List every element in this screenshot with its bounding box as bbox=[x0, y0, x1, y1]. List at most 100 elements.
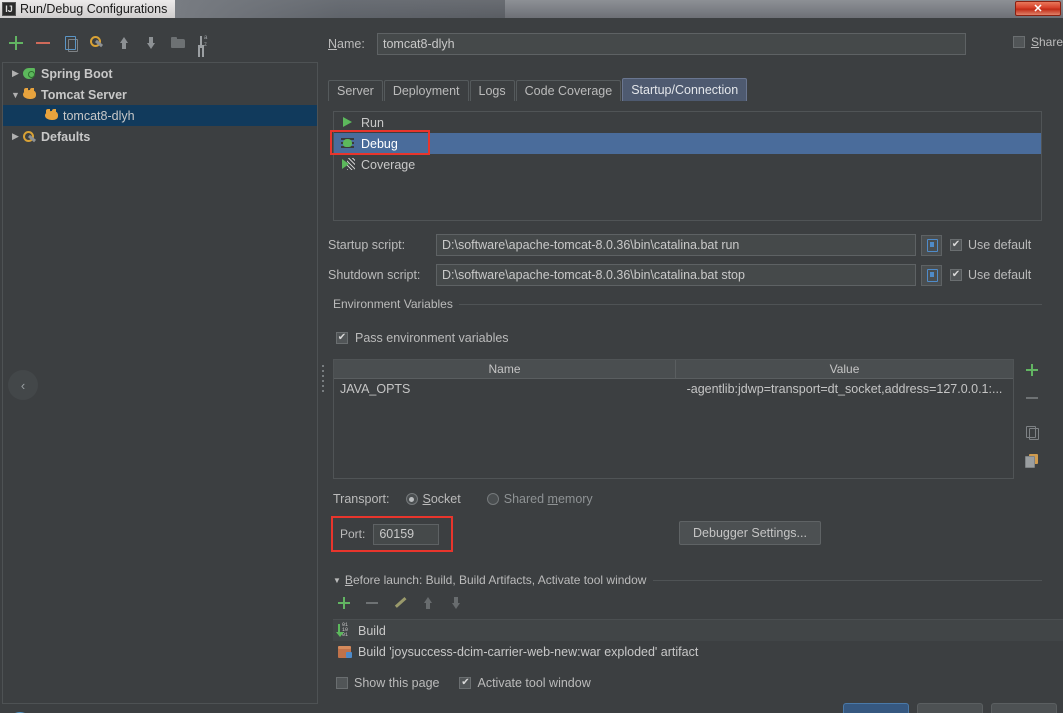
task-label: Build bbox=[358, 623, 386, 638]
use-default-label: Use default bbox=[968, 238, 1032, 252]
pencil-icon[interactable] bbox=[392, 595, 408, 611]
shutdown-script-input[interactable] bbox=[436, 264, 916, 286]
mode-row-coverage[interactable]: Coverage bbox=[334, 154, 1041, 175]
arrow-up-icon[interactable] bbox=[116, 35, 132, 51]
browse-file-icon[interactable] bbox=[921, 234, 942, 256]
configurations-left-panel: ▶ Spring Boot ▼ Tomcat Server tomcat8-dl… bbox=[0, 18, 320, 713]
cancel-button[interactable] bbox=[917, 703, 983, 713]
task-row-build[interactable]: 01 10 01 Build bbox=[333, 620, 1063, 641]
checkbox-box[interactable] bbox=[459, 677, 472, 689]
chevron-down-icon[interactable]: ▼ bbox=[9, 90, 22, 100]
minus-icon[interactable] bbox=[1024, 390, 1040, 406]
tab-code-coverage[interactable]: Code Coverage bbox=[515, 80, 622, 101]
env-var-name: JAVA_OPTS bbox=[340, 382, 411, 396]
environment-variables-side-toolbar bbox=[1018, 359, 1046, 479]
wrench-icon[interactable] bbox=[89, 35, 105, 51]
minus-icon[interactable] bbox=[364, 595, 380, 611]
task-row-build-artifact[interactable]: Build 'joysuccess-dcim-carrier-web-new:w… bbox=[333, 641, 1063, 662]
browse-file-icon[interactable] bbox=[921, 264, 942, 286]
checkbox-box[interactable] bbox=[336, 677, 348, 689]
mode-row-run[interactable]: Run bbox=[334, 112, 1041, 133]
tree-item-spring-boot[interactable]: ▶ Spring Boot bbox=[3, 63, 317, 84]
tomcat-icon bbox=[44, 108, 60, 123]
tab-deployment[interactable]: Deployment bbox=[383, 80, 469, 101]
column-header-value[interactable]: Value bbox=[676, 360, 1013, 378]
minus-icon[interactable] bbox=[35, 35, 51, 51]
checkbox-box[interactable] bbox=[336, 332, 348, 344]
show-this-page-checkbox[interactable]: Show this page bbox=[336, 676, 439, 690]
environment-variables-title: Environment Variables bbox=[333, 297, 459, 311]
tree-item-label: Spring Boot bbox=[41, 66, 113, 81]
chevron-right-icon[interactable]: ▶ bbox=[9, 131, 22, 142]
tab-startup-connection[interactable]: Startup/Connection bbox=[622, 78, 748, 101]
arrow-down-icon[interactable] bbox=[143, 35, 159, 51]
collapse-panel-button[interactable]: ‹ bbox=[8, 370, 38, 400]
paste-icon[interactable] bbox=[1024, 452, 1040, 468]
startup-script-label: Startup script: bbox=[328, 238, 406, 252]
before-launch-header[interactable]: ▼ Before launch: Build, Build Artifacts,… bbox=[333, 573, 1042, 587]
name-input[interactable] bbox=[377, 33, 966, 55]
transport-socket-radio[interactable]: Socket bbox=[405, 492, 461, 506]
debugger-settings-button[interactable]: Debugger Settings... bbox=[679, 521, 821, 545]
tab-server[interactable]: Server bbox=[328, 80, 383, 101]
spring-boot-icon bbox=[22, 66, 38, 81]
port-label: Port: bbox=[340, 527, 366, 541]
plus-icon[interactable] bbox=[336, 595, 352, 611]
env-var-value: -agentlib:jdwp=transport=dt_socket,addre… bbox=[686, 382, 1003, 396]
folder-icon[interactable] bbox=[170, 35, 186, 51]
panel-splitter[interactable] bbox=[320, 18, 328, 713]
transport-shared-memory-radio[interactable]: Shared memory bbox=[486, 492, 593, 506]
pass-env-label: Pass environment variables bbox=[355, 331, 509, 345]
transport-row: Transport: Socket Shared memory bbox=[333, 489, 593, 509]
radio-button[interactable] bbox=[405, 493, 418, 505]
sort-alphabetically-icon[interactable] bbox=[197, 35, 213, 51]
startup-use-default-checkbox[interactable]: Use default bbox=[950, 238, 1031, 252]
apply-button[interactable] bbox=[991, 703, 1057, 713]
copy-icon[interactable] bbox=[1024, 424, 1040, 440]
shutdown-script-row: Shutdown script: Use default bbox=[328, 264, 1031, 286]
chevron-right-icon[interactable]: ▶ bbox=[9, 68, 22, 79]
intellij-idea-icon: IJ bbox=[2, 2, 16, 16]
radio-button[interactable] bbox=[486, 493, 499, 505]
defaults-icon bbox=[22, 129, 38, 144]
use-default-label: Use default bbox=[968, 268, 1032, 282]
titlebar-backdrop bbox=[175, 0, 1063, 18]
plus-icon[interactable] bbox=[1024, 362, 1040, 378]
tree-item-tomcat8-dlyh[interactable]: tomcat8-dlyh bbox=[3, 105, 317, 126]
name-label: Name: bbox=[328, 37, 365, 51]
plus-icon[interactable] bbox=[8, 35, 24, 51]
transport-shared-memory-label: Shared memory bbox=[503, 492, 593, 506]
checkbox-box[interactable] bbox=[950, 239, 962, 251]
coverage-icon bbox=[340, 157, 356, 172]
ok-button[interactable] bbox=[843, 703, 909, 713]
mode-label: Run bbox=[361, 115, 384, 130]
shutdown-use-default-checkbox[interactable]: Use default bbox=[950, 268, 1031, 282]
tab-logs[interactable]: Logs bbox=[469, 80, 515, 101]
arrow-down-icon[interactable] bbox=[448, 595, 464, 611]
mode-row-debug[interactable]: Debug bbox=[330, 130, 1041, 155]
tree-item-defaults[interactable]: ▶ Defaults bbox=[3, 126, 317, 147]
window-title: Run/Debug Configurations bbox=[20, 2, 168, 16]
tree-item-tomcat-server[interactable]: ▼ Tomcat Server bbox=[3, 84, 317, 105]
configuration-editor-panel: Name: Share Server Deployment Logs Code … bbox=[328, 18, 1063, 713]
table-row[interactable]: JAVA_OPTS -agentlib:jdwp=transport=dt_so… bbox=[334, 379, 1013, 399]
startup-script-input[interactable] bbox=[436, 234, 916, 256]
share-checkbox[interactable]: Share bbox=[1012, 35, 1063, 49]
checkbox-box[interactable] bbox=[950, 269, 962, 281]
column-header-name[interactable]: Name bbox=[334, 360, 676, 378]
configurations-tree[interactable]: ▶ Spring Boot ▼ Tomcat Server tomcat8-dl… bbox=[2, 62, 318, 704]
arrow-up-icon[interactable] bbox=[420, 595, 436, 611]
name-row: Name: Share bbox=[328, 33, 1063, 55]
before-launch-task-list[interactable]: 01 10 01 Build Build 'joysuccess-dcim-carr… bbox=[333, 619, 1063, 664]
activate-tool-window-checkbox[interactable]: Activate tool window bbox=[459, 676, 591, 690]
environment-variables-table[interactable]: Name Value JAVA_OPTS -agentlib:jdwp=tran… bbox=[333, 359, 1014, 479]
chevron-down-icon[interactable]: ▼ bbox=[333, 576, 341, 585]
close-icon[interactable]: ✕ bbox=[1015, 1, 1061, 16]
configuration-tabs[interactable]: Server Deployment Logs Code Coverage Sta… bbox=[328, 78, 1063, 101]
port-input[interactable] bbox=[373, 523, 440, 545]
startup-script-row: Startup script: Use default bbox=[328, 234, 1031, 256]
checkbox-box[interactable] bbox=[1012, 36, 1025, 48]
mode-list[interactable]: Run Debug Coverage bbox=[330, 111, 1042, 221]
pass-environment-variables-checkbox[interactable]: Pass environment variables bbox=[336, 331, 509, 345]
copy-icon[interactable] bbox=[62, 35, 78, 52]
